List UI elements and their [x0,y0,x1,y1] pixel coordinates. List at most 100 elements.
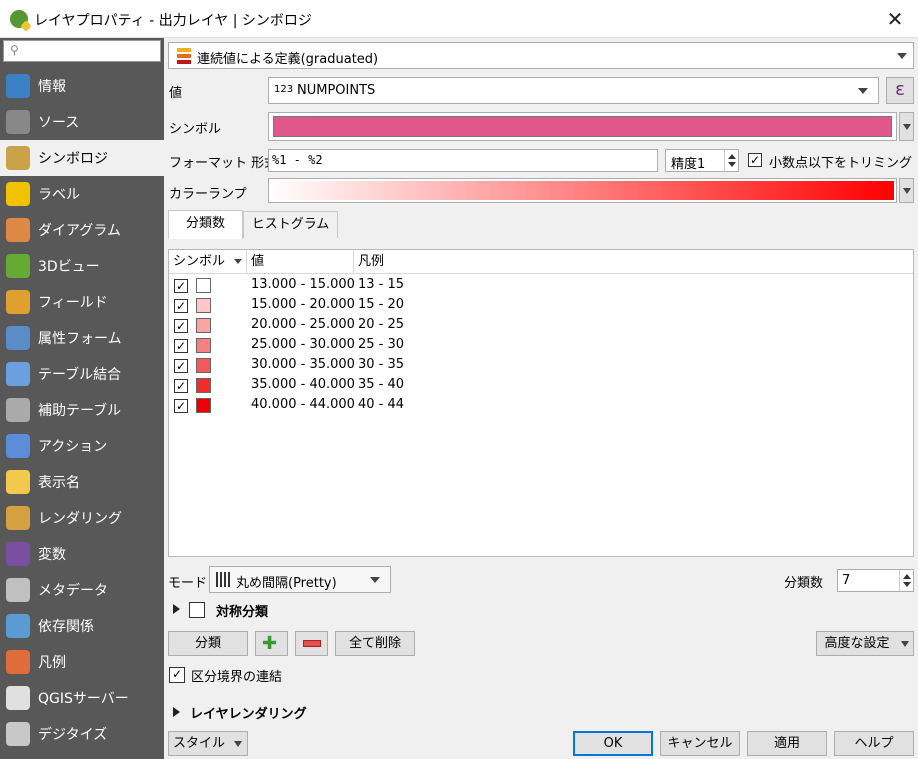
classify-button[interactable]: 分類 [168,631,248,656]
class-color-swatch[interactable] [196,318,211,333]
row-checkbox[interactable]: ✓ [174,279,188,293]
expression-epsilon-icon[interactable]: ε [886,77,914,104]
row-checkbox[interactable]: ✓ [174,359,188,373]
table-row[interactable]: ✓ 20.000 - 25.000 20 - 25 [169,315,913,335]
expand-arrow-icon[interactable] [173,604,180,614]
spin-arrows-icon[interactable] [899,570,913,591]
classes-table[interactable]: シンボル 値 凡例 ✓ 13.000 - 15.000 13 - 15 ✓ 15.000… [168,249,914,557]
style-button[interactable]: スタイル [168,731,248,756]
sidebar-item-5[interactable]: 3Dビュー [0,248,164,284]
sidebar-item-7[interactable]: 属性フォーム [0,320,164,356]
metadata-icon [6,578,30,602]
row-checkbox[interactable]: ✓ [174,339,188,353]
sidebar-item-0[interactable]: 情報 [0,68,164,104]
remove-class-button[interactable] [295,631,328,656]
class-color-swatch[interactable] [196,398,211,413]
color-ramp-menu-button[interactable] [899,178,914,203]
advanced-settings-button[interactable]: 高度な設定 [816,631,914,656]
link-boundaries-checkbox[interactable]: ✓ [169,667,185,683]
classes-count-value: 7 [842,573,851,588]
sidebar-item-13[interactable]: 変数 [0,536,164,572]
sidebar-item-2[interactable]: シンボロジ [0,140,164,176]
minus-icon [303,640,321,647]
sidebar-item-8[interactable]: テーブル結合 [0,356,164,392]
class-color-swatch[interactable] [196,338,211,353]
symbol-menu-button[interactable] [899,112,914,141]
symbology-brush-icon [6,146,30,170]
delete-all-button[interactable]: 全て削除 [335,631,415,656]
color-ramp-label: カラーランプ [169,187,247,202]
rendering-brush-icon [6,506,30,530]
tab-classes[interactable]: 分類数 [168,210,243,239]
sidebar-item-15[interactable]: 依存関係 [0,608,164,644]
sidebar-item-label: QGISサーバー [38,691,129,707]
table-row[interactable]: ✓ 13.000 - 15.000 13 - 15 [169,275,913,295]
variable-epsilon-icon [6,542,30,566]
close-icon[interactable]: ✕ [882,6,908,32]
color-ramp-button[interactable] [268,178,897,203]
column-header-legend[interactable]: 凡例 [354,250,913,274]
row-checkbox[interactable]: ✓ [174,399,188,413]
class-legend: 13 - 15 [358,277,405,292]
class-color-swatch[interactable] [196,378,211,393]
column-header-symbol[interactable]: シンボル [169,250,247,274]
symmetric-checkbox[interactable] [189,602,205,618]
value-label: 値 [169,86,183,101]
advanced-settings-label: 高度な設定 [824,636,890,651]
classes-count-spinbox[interactable]: 7 [837,569,914,592]
format-input[interactable]: %1 - %2 [268,149,658,172]
sidebar-item-9[interactable]: 補助テーブル [0,392,164,428]
table-row[interactable]: ✓ 15.000 - 20.000 15 - 20 [169,295,913,315]
sidebar-item-label: フィールド [38,295,108,311]
sidebar-item-1[interactable]: ソース [0,104,164,140]
sidebar-item-14[interactable]: メタデータ [0,572,164,608]
class-legend: 15 - 20 [358,297,405,312]
row-checkbox[interactable]: ✓ [174,379,188,393]
cancel-button[interactable]: キャンセル [660,731,740,756]
class-legend: 40 - 44 [358,397,405,412]
sidebar-item-18[interactable]: デジタイズ [0,716,164,752]
trim-checkbox[interactable]: ✓ [748,153,762,167]
display-speech-icon [6,470,30,494]
precision-spinbox[interactable]: 精度1 [665,149,739,172]
ok-button[interactable]: OK [573,731,653,756]
table-row[interactable]: ✓ 25.000 - 30.000 25 - 30 [169,335,913,355]
spin-arrows-icon[interactable] [724,150,738,171]
sidebar-item-10[interactable]: アクション [0,428,164,464]
sidebar-item-label: 3Dビュー [38,259,100,275]
table-row[interactable]: ✓ 35.000 - 40.000 35 - 40 [169,375,913,395]
title-bar: レイヤプロパティ - 出力レイヤ | シンボロジ ✕ [0,0,918,38]
search-input[interactable]: ⚲ [3,40,161,62]
format-label: フォーマット 形式 [169,156,278,171]
renderer-type-combo[interactable]: 連続値による定義(graduated) [168,42,914,69]
expand-arrow-icon[interactable] [173,707,180,717]
value-field-combo[interactable]: 123 NUMPOINTS [268,77,879,104]
sidebar-item-label: 属性フォーム [38,331,122,347]
sidebar-item-3[interactable]: ラベル [0,176,164,212]
sidebar-item-16[interactable]: 凡例 [0,644,164,680]
sidebar-item-11[interactable]: 表示名 [0,464,164,500]
table-row[interactable]: ✓ 40.000 - 44.000 40 - 44 [169,395,913,415]
row-checkbox[interactable]: ✓ [174,319,188,333]
add-class-button[interactable]: ✚ [255,631,288,656]
sidebar-item-17[interactable]: QGISサーバー [0,680,164,716]
symbol-button[interactable] [268,112,897,141]
symbol-color-swatch [273,116,892,137]
sidebar-item-12[interactable]: レンダリング [0,500,164,536]
class-color-swatch[interactable] [196,298,211,313]
sidebar-item-6[interactable]: フィールド [0,284,164,320]
column-header-value[interactable]: 値 [247,250,354,274]
tab-histogram[interactable]: ヒストグラム [243,211,338,238]
layer-rendering-label[interactable]: レイヤレンダリング [190,703,307,722]
class-color-swatch[interactable] [196,358,211,373]
class-color-swatch[interactable] [196,278,211,293]
chevron-down-icon [370,576,380,583]
row-checkbox[interactable]: ✓ [174,299,188,313]
class-legend: 25 - 30 [358,337,405,352]
sidebar-item-4[interactable]: ダイアグラム [0,212,164,248]
table-row[interactable]: ✓ 30.000 - 35.000 30 - 35 [169,355,913,375]
sidebar-item-label: ソース [38,115,80,131]
mode-combo[interactable]: 丸め間隔(Pretty) [209,566,391,593]
apply-button[interactable]: 適用 [747,731,827,756]
help-button[interactable]: ヘルプ [834,731,914,756]
